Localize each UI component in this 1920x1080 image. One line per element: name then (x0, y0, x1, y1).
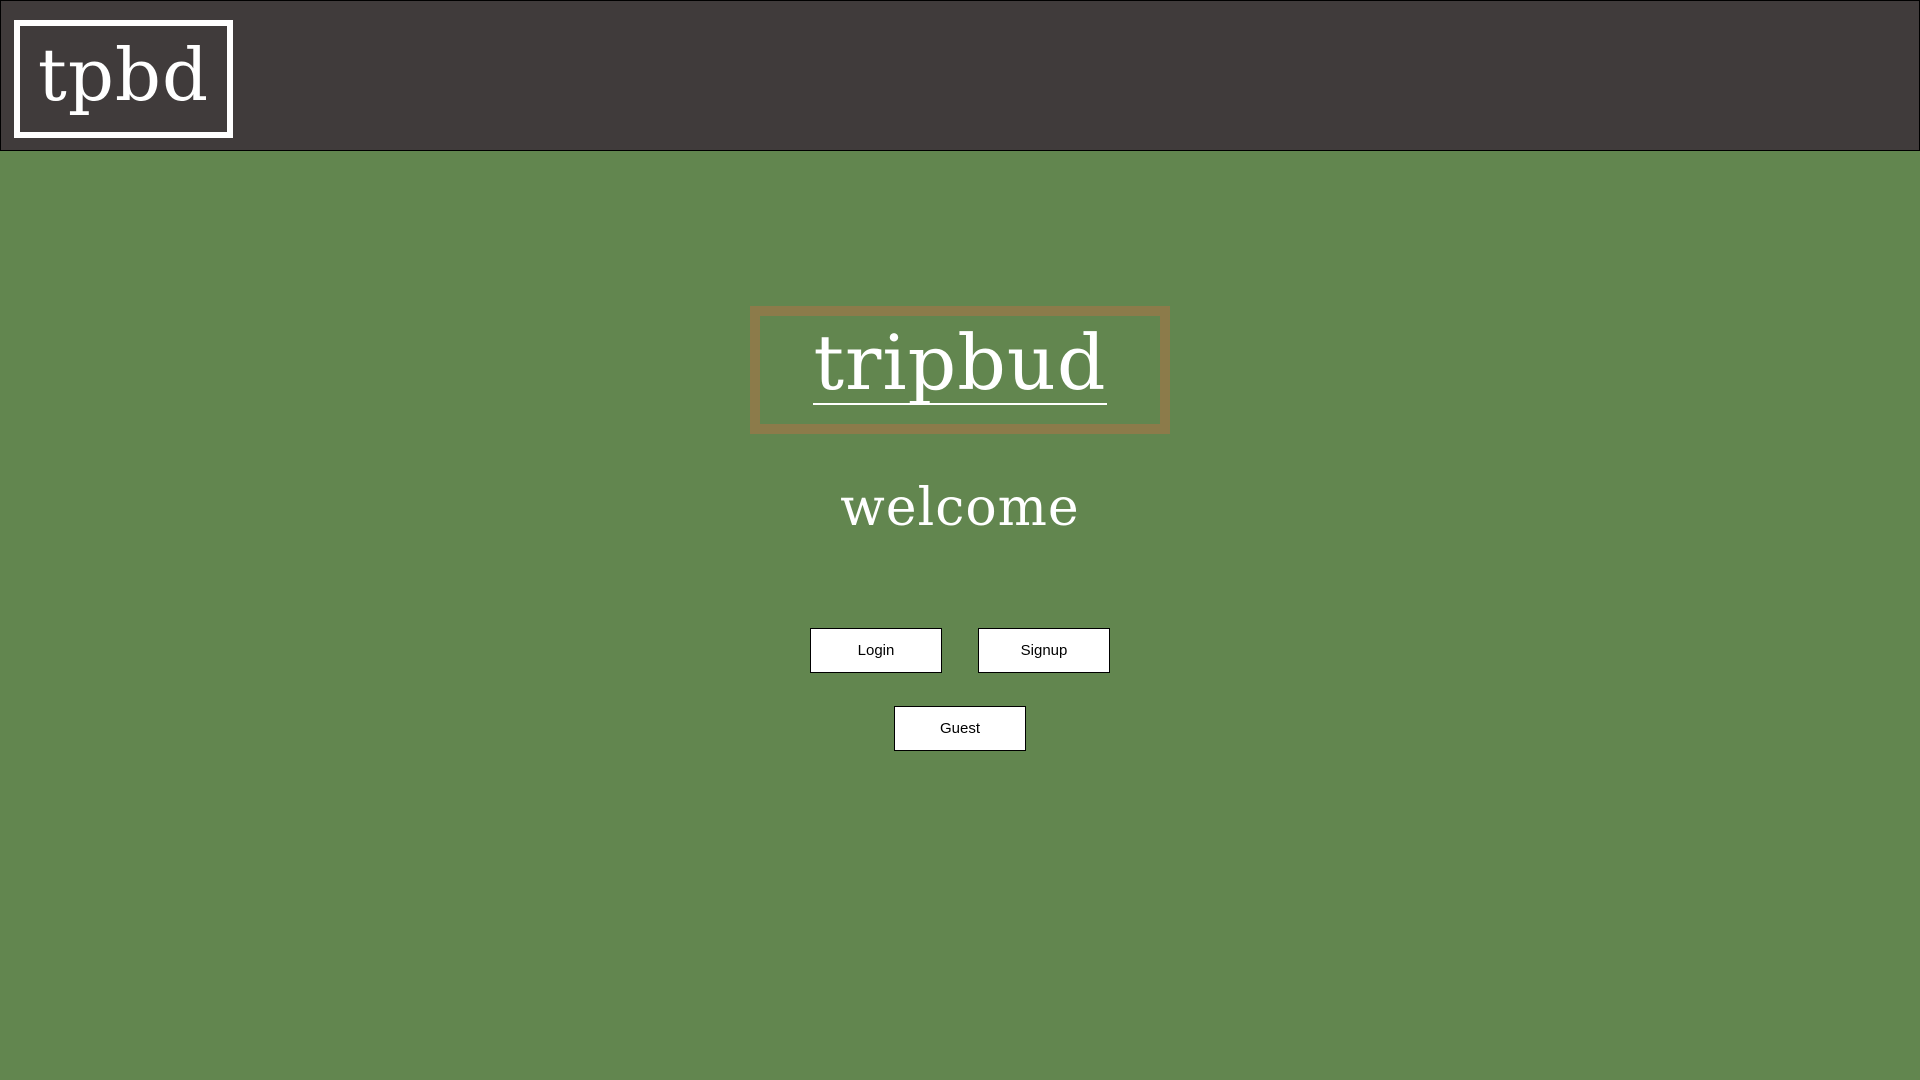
signup-button[interactable]: Signup (978, 628, 1110, 673)
header-logo-text: tpbd (37, 33, 210, 117)
guest-button[interactable]: Guest (894, 706, 1026, 751)
page-background: tpbd tripbud welcome Login Signup Guest (0, 0, 1920, 1080)
login-button[interactable]: Login (810, 628, 942, 673)
welcome-heading: welcome (840, 478, 1080, 538)
brand-title-box: tripbud (750, 306, 1170, 434)
brand-title-link[interactable]: tripbud (813, 325, 1107, 405)
top-header: tpbd (0, 0, 1920, 151)
header-logo[interactable]: tpbd (14, 20, 233, 138)
